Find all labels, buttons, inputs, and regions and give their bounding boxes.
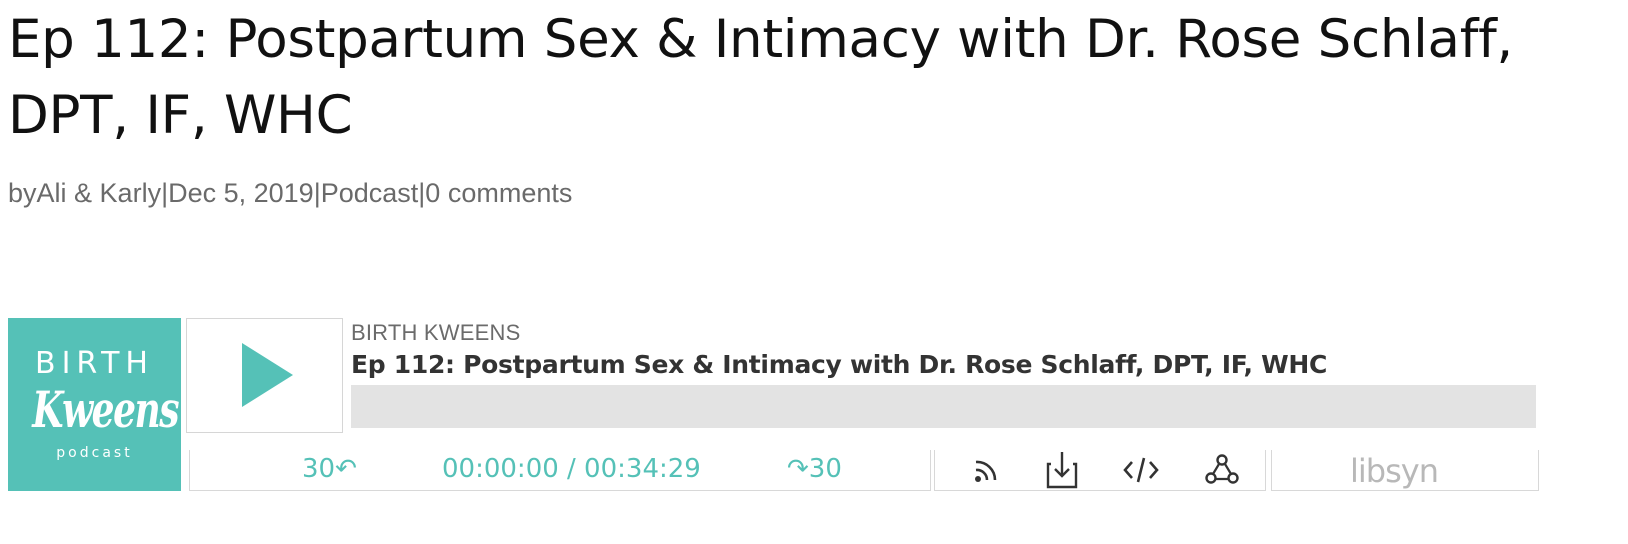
playback-controls: 30↶ 00:00:00 / 00:34:29 ↷30 bbox=[189, 450, 931, 491]
share-icon[interactable] bbox=[1202, 450, 1242, 490]
play-icon bbox=[242, 343, 293, 407]
comments-link[interactable]: 0 comments bbox=[425, 178, 572, 208]
post-title: Ep 112: Postpartum Sex & Intimacy with D… bbox=[8, 9, 1513, 146]
libsyn-logo[interactable]: libsyn bbox=[1350, 452, 1439, 490]
meta-separator: | bbox=[161, 178, 169, 208]
download-icon[interactable] bbox=[1042, 450, 1082, 490]
skip-back-button[interactable]: 30↶ bbox=[302, 454, 357, 484]
rss-icon[interactable] bbox=[965, 450, 1005, 490]
category-link[interactable]: Podcast bbox=[321, 178, 419, 208]
show-name: BIRTH KWEENS bbox=[351, 320, 521, 345]
time-display: 00:00:00 / 00:34:29 bbox=[442, 454, 701, 484]
podcast-player: BIRTH Kweens podcast BIRTH KWEENS Ep 112… bbox=[8, 318, 1540, 492]
action-icons bbox=[934, 450, 1266, 491]
artwork-line-birth: BIRTH bbox=[35, 346, 154, 381]
author-link[interactable]: Ali & Karly bbox=[37, 178, 162, 208]
progress-bar[interactable] bbox=[351, 385, 1536, 428]
embed-code-icon[interactable] bbox=[1121, 450, 1161, 490]
post-date: Dec 5, 2019 bbox=[168, 178, 314, 208]
player-controls: 30↶ 00:00:00 / 00:34:29 ↷30 libsyn bbox=[189, 450, 1540, 491]
post-meta: by Ali & Karly | Dec 5, 2019 | Podcast |… bbox=[8, 178, 572, 209]
play-button[interactable] bbox=[186, 318, 343, 433]
episode-title: Ep 112: Postpartum Sex & Intimacy with D… bbox=[351, 350, 1328, 379]
artwork-line-kweens: Kweens bbox=[32, 380, 179, 439]
podcast-artwork: BIRTH Kweens podcast bbox=[8, 318, 181, 491]
skip-forward-button[interactable]: ↷30 bbox=[787, 454, 842, 484]
meta-by-prefix: by bbox=[8, 178, 37, 208]
artwork-line-podcast: podcast bbox=[56, 445, 133, 461]
meta-separator: | bbox=[313, 178, 321, 208]
brand-area: libsyn bbox=[1271, 450, 1539, 491]
